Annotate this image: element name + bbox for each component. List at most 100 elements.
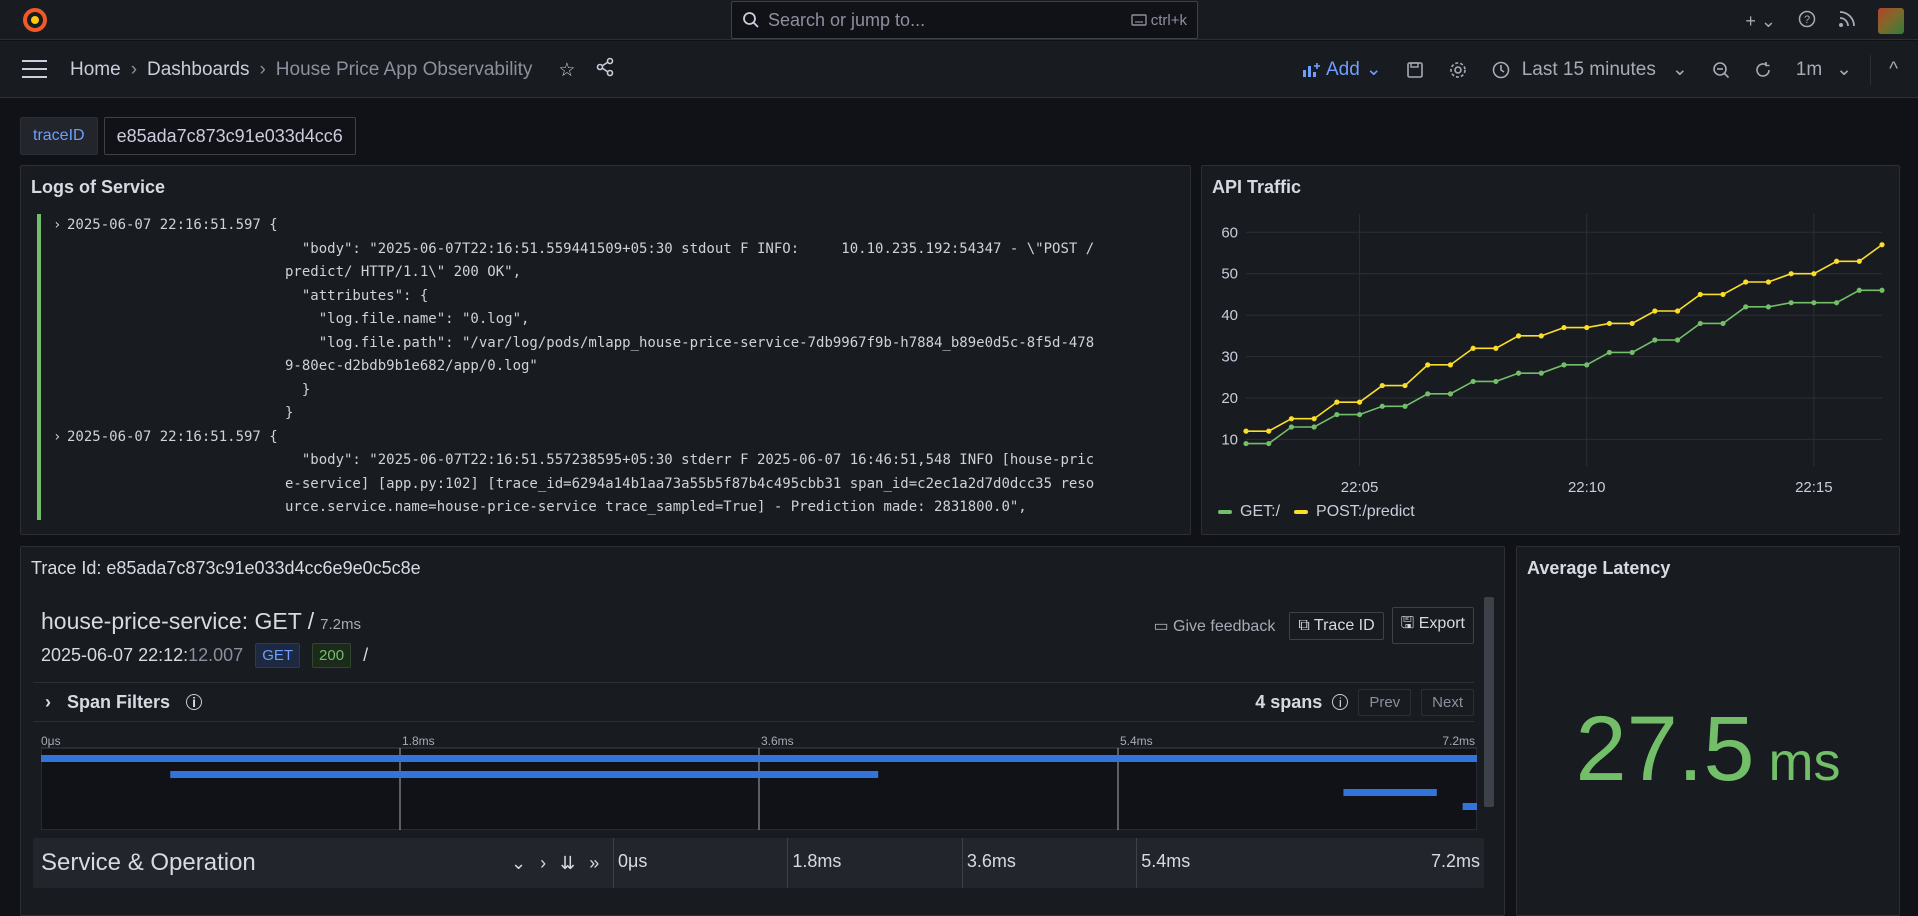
trace-start-date: 2025-06-07 22:12: bbox=[41, 645, 189, 665]
span-filters-toggle[interactable]: Span Filters bbox=[67, 692, 170, 713]
star-icon[interactable]: ☆ bbox=[558, 59, 575, 82]
data-point bbox=[1334, 411, 1340, 418]
save-icon[interactable] bbox=[1394, 61, 1436, 79]
trace-duration: 7.2ms bbox=[320, 616, 361, 633]
search-input[interactable]: Search or jump to... ctrl+k bbox=[731, 1, 1198, 39]
avatar[interactable] bbox=[1878, 8, 1904, 34]
data-point bbox=[1356, 399, 1363, 405]
data-point bbox=[1879, 242, 1885, 248]
logs-list: › 2025-06-07 22:16:51.597 { "body": "202… bbox=[37, 214, 1174, 520]
data-point bbox=[1584, 324, 1590, 331]
breadcrumb-dashboards[interactable]: Dashboards bbox=[147, 59, 249, 81]
export-button[interactable]: 🖫 Export bbox=[1391, 607, 1474, 644]
legend-item[interactable]: POST:/predict bbox=[1294, 503, 1415, 521]
plus-icon[interactable]: + ⌄ bbox=[1745, 11, 1776, 32]
trace-meta: 2025-06-07 22:12:12.007 GET 200 / bbox=[41, 643, 368, 668]
y-tick-label: 40 bbox=[1221, 307, 1238, 324]
add-button[interactable]: Add ⌄ bbox=[1290, 58, 1394, 81]
data-point bbox=[1334, 399, 1340, 405]
data-point bbox=[1720, 291, 1726, 298]
data-point bbox=[1425, 391, 1431, 397]
data-point bbox=[1493, 345, 1499, 351]
panel-title: Average Latency bbox=[1527, 558, 1671, 578]
service-operation-label: Service & Operation bbox=[41, 849, 256, 876]
trace-minimap[interactable]: 0μs 1.8ms 3.6ms 5.4ms 7.2ms bbox=[41, 734, 1477, 830]
data-point bbox=[1515, 333, 1522, 339]
span-table-header: Service & Operation ⌄ › ⇊ » 0μs 1.8ms 3.… bbox=[33, 838, 1484, 888]
chevron-right-icon[interactable]: › bbox=[45, 692, 51, 713]
log-line: › 2025-06-07 22:16:51.597 { bbox=[53, 426, 1174, 450]
log-body-line: urce.service.name=house-price-service tr… bbox=[285, 499, 1027, 515]
data-point bbox=[1856, 258, 1862, 264]
method-badge: GET bbox=[255, 643, 301, 668]
settings-gear-icon[interactable] bbox=[1436, 60, 1480, 80]
y-tick-label: 60 bbox=[1221, 224, 1238, 241]
log-entry[interactable]: › 2025-06-07 22:16:51.597 { "body": "202… bbox=[37, 425, 1174, 520]
trace-path: / bbox=[363, 645, 369, 665]
log-body-line: "log.file.path": "/var/log/pods/mlapp_ho… bbox=[285, 334, 1095, 351]
data-point bbox=[1402, 403, 1408, 409]
data-point bbox=[1447, 391, 1454, 397]
refresh-interval-picker[interactable]: 1m ⌄ bbox=[1784, 58, 1864, 81]
data-point bbox=[1266, 428, 1272, 434]
zoom-out-icon[interactable] bbox=[1700, 61, 1742, 79]
y-tick-label: 10 bbox=[1221, 431, 1238, 448]
data-point bbox=[1561, 324, 1567, 331]
data-point bbox=[1311, 424, 1317, 430]
data-point bbox=[1538, 370, 1544, 376]
data-point bbox=[1356, 411, 1363, 418]
legend-item[interactable]: GET:/ bbox=[1218, 503, 1280, 521]
variable-label: traceID bbox=[20, 117, 98, 155]
panel-title: Trace Id: e85ada7c873c91e033d4cc6e9e0c5c… bbox=[31, 558, 421, 578]
data-point bbox=[1538, 333, 1544, 339]
data-point bbox=[1811, 271, 1817, 277]
span-bar bbox=[170, 771, 879, 778]
give-feedback-link[interactable]: ▭ Give feedback bbox=[1153, 616, 1275, 636]
data-point bbox=[1447, 362, 1454, 368]
tick-label: 0μs bbox=[613, 838, 787, 888]
data-point bbox=[1288, 424, 1295, 430]
chart-legend: GET:/ POST:/predict bbox=[1218, 503, 1415, 521]
breadcrumb-home[interactable]: Home bbox=[70, 59, 121, 81]
data-point bbox=[1606, 349, 1613, 356]
x-tick-label: 22:10 bbox=[1568, 479, 1606, 496]
scrollbar[interactable] bbox=[1484, 597, 1494, 807]
help-icon[interactable]: ? bbox=[1798, 10, 1816, 33]
chevron-right-icon: › bbox=[259, 59, 266, 80]
grafana-logo-icon[interactable] bbox=[22, 7, 48, 33]
minimap-tick-label: 5.4ms bbox=[1120, 734, 1153, 748]
next-button[interactable]: Next bbox=[1421, 688, 1474, 716]
chevron-right-icon[interactable]: › bbox=[53, 426, 67, 450]
log-body-line: "log.file.name": "0.log", bbox=[285, 311, 530, 327]
chevron-right-icon[interactable]: › bbox=[53, 214, 67, 238]
data-point bbox=[1266, 440, 1272, 447]
prev-button[interactable]: Prev bbox=[1358, 688, 1412, 716]
data-point bbox=[1379, 403, 1385, 409]
log-entry[interactable]: › 2025-06-07 22:16:51.597 { "body": "202… bbox=[37, 214, 1174, 426]
info-icon: i bbox=[186, 694, 203, 710]
traceid-variable-input[interactable]: e85ada7c873c91e033d4cc6 bbox=[103, 117, 356, 155]
time-picker[interactable]: Last 15 minutes ⌄ bbox=[1480, 58, 1700, 81]
collapse-chevron-up-icon[interactable]: ^ bbox=[1877, 59, 1918, 81]
data-point bbox=[1243, 440, 1249, 447]
menu-icon[interactable] bbox=[22, 60, 47, 78]
share-icon[interactable] bbox=[595, 57, 615, 83]
double-chevron-right-icon[interactable]: » bbox=[589, 853, 599, 874]
clock-icon bbox=[1492, 61, 1509, 78]
latency-unit: ms bbox=[1768, 732, 1841, 792]
refresh-icon[interactable] bbox=[1742, 61, 1784, 79]
double-chevron-down-icon[interactable]: ⇊ bbox=[560, 853, 575, 874]
log-body-line: predict/ HTTP/1.1\" 200 OK", bbox=[285, 264, 522, 280]
trace-panel: Trace Id: e85ada7c873c91e033d4cc6e9e0c5c… bbox=[20, 546, 1505, 916]
news-icon[interactable] bbox=[1838, 10, 1856, 33]
variable-bar: traceID e85ada7c873c91e033d4cc6 bbox=[20, 117, 356, 155]
data-point bbox=[1652, 308, 1658, 314]
copy-trace-id-button[interactable]: ⧉ Trace ID bbox=[1289, 611, 1384, 640]
data-point bbox=[1674, 308, 1681, 314]
chevron-down-icon[interactable]: ⌄ bbox=[511, 853, 526, 874]
chevron-right-icon[interactable]: › bbox=[540, 853, 546, 874]
data-point bbox=[1652, 337, 1658, 343]
log-body-line: "body": "2025-06-07T22:16:51.559441509+0… bbox=[285, 240, 1095, 257]
data-point bbox=[1674, 337, 1681, 343]
data-point bbox=[1720, 320, 1726, 327]
